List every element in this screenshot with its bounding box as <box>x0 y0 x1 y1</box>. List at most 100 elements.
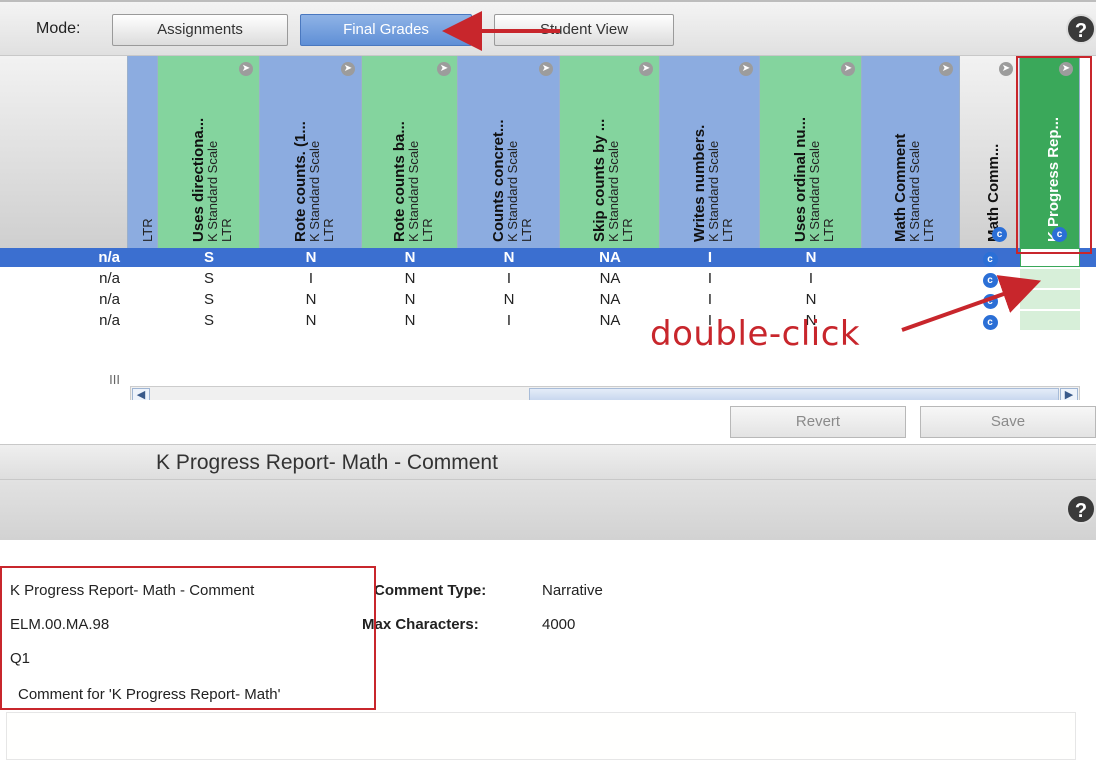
grade-cell[interactable]: NA <box>560 290 660 309</box>
help-icon[interactable]: ? <box>1066 14 1096 44</box>
grade-cell[interactable]: N <box>362 269 458 288</box>
grade-cell[interactable]: S <box>158 311 260 330</box>
grade-cell[interactable]: S <box>158 290 260 309</box>
grade-cell[interactable]: N <box>458 248 560 267</box>
horizontal-scrollbar[interactable]: ◀ ▶ <box>130 386 1080 400</box>
grade-cell[interactable] <box>128 311 158 330</box>
grade-cell[interactable] <box>128 290 158 309</box>
grade-cell[interactable] <box>862 311 960 330</box>
column-header-3[interactable]: ➤ Rote counts ba... K Standard Scale LTR <box>362 56 458 248</box>
column-expand-icon[interactable]: ➤ <box>841 62 855 76</box>
column-type: LTR <box>519 218 534 242</box>
grade-cell[interactable]: I <box>660 269 760 288</box>
grade-cell[interactable] <box>862 290 960 309</box>
row-status: n/a <box>99 270 120 287</box>
grade-row[interactable]: n/a S N N I NA I Nc <box>0 311 1096 330</box>
panel-subheader: ? <box>0 480 1096 540</box>
column-header-0[interactable]: LTR <box>128 56 158 248</box>
comment-type-label: Comment Type: <box>374 582 487 599</box>
grade-row[interactable]: n/a S I N I NA I Ic <box>0 269 1096 288</box>
grade-row[interactable]: n/a S N N N NA I Nc <box>0 248 1096 267</box>
grade-cell[interactable]: I <box>260 269 362 288</box>
column-type: LTR <box>321 218 336 242</box>
column-header-6[interactable]: ➤ Writes numbers. K Standard Scale LTR <box>660 56 760 248</box>
column-expand-icon[interactable]: ➤ <box>739 62 753 76</box>
selected-column-highlight <box>1016 56 1092 254</box>
column-header-4[interactable]: ➤ Counts concret... K Standard Scale LTR <box>458 56 560 248</box>
column-scale: K Standard Scale <box>505 140 520 242</box>
column-header-7[interactable]: ➤ Uses ordinal nu... K Standard Scale LTR <box>760 56 862 248</box>
grade-cell[interactable]: N <box>458 290 560 309</box>
grade-cell[interactable] <box>862 248 960 267</box>
grade-cell[interactable] <box>862 269 960 288</box>
student-view-mode-button[interactable]: Student View <box>494 14 674 46</box>
assignments-mode-button[interactable]: Assignments <box>112 14 288 46</box>
grade-cell[interactable]: N <box>260 311 362 330</box>
grade-row[interactable]: n/a S N N N NA I Nc <box>0 290 1096 309</box>
comment-icon[interactable]: c <box>982 252 998 267</box>
column-expand-icon[interactable]: ➤ <box>341 62 355 76</box>
grade-cell[interactable]: N <box>260 290 362 309</box>
panel-title: K Progress Report- Math - Comment <box>156 451 498 474</box>
grade-cell[interactable]: NA <box>560 248 660 267</box>
grade-cell[interactable]: I <box>760 269 862 288</box>
student-column-header <box>0 56 128 248</box>
max-characters-value: 4000 <box>542 616 576 633</box>
grade-cell[interactable] <box>128 248 158 267</box>
column-type: LTR <box>140 218 155 242</box>
grade-cell[interactable]: c <box>960 290 1020 309</box>
grade-cell[interactable] <box>128 269 158 288</box>
revert-button[interactable]: Revert <box>730 406 906 438</box>
comment-icon[interactable]: c <box>982 315 998 330</box>
column-expand-icon[interactable]: ➤ <box>639 62 653 76</box>
column-scale: K Standard Scale <box>807 140 822 242</box>
grade-cell[interactable]: N <box>760 290 862 309</box>
column-expand-icon[interactable]: ➤ <box>437 62 451 76</box>
grade-cell[interactable]: N <box>362 248 458 267</box>
k-progress-comment-cell[interactable] <box>1020 269 1080 288</box>
grade-cell[interactable]: N <box>362 290 458 309</box>
column-expand-icon[interactable]: ➤ <box>539 62 553 76</box>
column-expand-icon[interactable]: ➤ <box>999 62 1013 76</box>
grade-cell[interactable]: I <box>458 269 560 288</box>
grade-cell[interactable]: NA <box>560 311 660 330</box>
column-header-8[interactable]: ➤ Math Comment K Standard Scale LTR <box>862 56 960 248</box>
column-expand-icon[interactable]: ➤ <box>939 62 953 76</box>
k-progress-comment-cell[interactable] <box>1020 290 1080 309</box>
grade-cell[interactable]: S <box>158 248 260 267</box>
scrollbar-thumb[interactable] <box>529 388 1059 400</box>
grade-cell[interactable]: c <box>960 311 1020 330</box>
grade-cell[interactable]: c <box>960 248 1020 267</box>
scroll-right-icon[interactable]: ▶ <box>1060 388 1078 400</box>
grade-cell[interactable]: N <box>760 248 862 267</box>
grade-cell[interactable]: N <box>260 248 362 267</box>
column-header-1[interactable]: ➤ Uses directiona... K Standard Scale LTR <box>158 56 260 248</box>
comment-type-value: Narrative <box>542 582 603 599</box>
comment-icon[interactable]: c <box>992 227 1007 242</box>
column-title: Counts concret... <box>490 119 507 242</box>
k-progress-comment-cell[interactable] <box>1020 311 1080 330</box>
column-type: LTR <box>720 218 735 242</box>
final-grades-mode-button[interactable]: Final Grades <box>300 14 472 46</box>
column-title: Math Comment <box>892 133 909 242</box>
column-title: Writes numbers. <box>691 124 708 242</box>
column-header-5[interactable]: ➤ Skip counts by ... K Standard Scale LTR <box>560 56 660 248</box>
column-header-9[interactable]: ➤ Math Comm... c <box>960 56 1020 248</box>
comment-textarea[interactable] <box>6 712 1076 760</box>
grade-cell[interactable]: c <box>960 269 1020 288</box>
panel-help-icon[interactable]: ? <box>1066 494 1096 524</box>
scroll-left-icon[interactable]: ◀ <box>132 388 150 400</box>
grade-cell[interactable]: NA <box>560 269 660 288</box>
column-header-2[interactable]: ➤ Rote counts. (1... K Standard Scale LTR <box>260 56 362 248</box>
grade-cell[interactable]: N <box>362 311 458 330</box>
panel-header: K Progress Report- Math - Comment <box>0 444 1096 480</box>
column-expand-icon[interactable]: ➤ <box>239 62 253 76</box>
grade-cell[interactable]: S <box>158 269 260 288</box>
comment-icon[interactable]: c <box>982 294 998 309</box>
save-button[interactable]: Save <box>920 406 1096 438</box>
grade-cell[interactable]: I <box>660 290 760 309</box>
grade-cell[interactable]: I <box>660 248 760 267</box>
grade-cell[interactable]: I <box>458 311 560 330</box>
comment-icon[interactable]: c <box>982 273 998 288</box>
max-characters-label: Max Characters: <box>362 616 479 633</box>
